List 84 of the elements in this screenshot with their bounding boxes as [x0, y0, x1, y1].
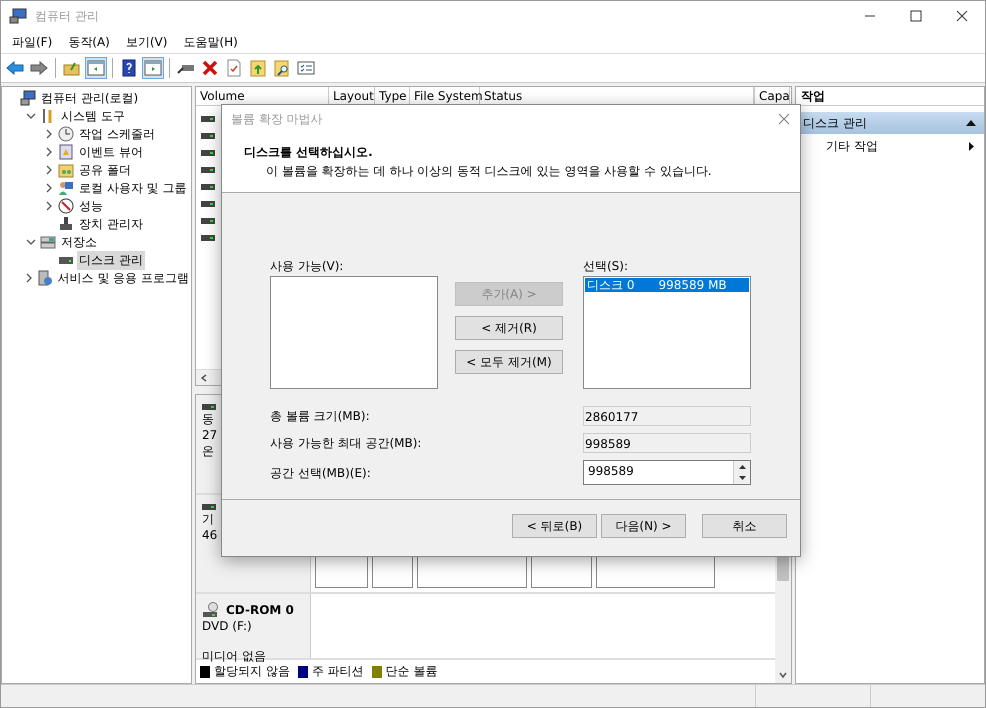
tree-item[interactable]: 디스크 관리 [77, 250, 145, 270]
list-label: 선택(S): [583, 258, 630, 274]
tree-item[interactable]: 장치 관리자 [77, 214, 145, 234]
tree-item[interactable]: 로컬 사용자 및 그룹 [77, 178, 188, 198]
users-icon [58, 180, 74, 196]
move-button[interactable]: < 모두 제거(M) [455, 350, 563, 374]
step-heading: 디스크를 선택하십시오. [244, 144, 374, 161]
field-label: 사용 가능한 최대 공간(MB): [270, 435, 422, 452]
wizard-button[interactable]: 다음(N) > [601, 514, 686, 538]
scroll-down-icon[interactable] [779, 671, 787, 679]
disk-info-text: 기 [202, 511, 214, 528]
tree-item[interactable]: 성능 [77, 196, 105, 216]
expand-chevron-icon[interactable] [44, 201, 54, 211]
disk-info-text: 46 [202, 527, 218, 544]
menu-item[interactable]: 보기(V) [118, 34, 174, 50]
expand-chevron-icon[interactable] [44, 129, 54, 139]
drive-icon [201, 200, 215, 208]
storage-icon [40, 234, 56, 250]
wizard-button[interactable]: 취소 [702, 514, 787, 538]
disk-info-text: 27 [202, 427, 218, 443]
move-button[interactable]: < 제거(R) [455, 316, 563, 340]
disk-type: DVD (F:) [202, 618, 252, 634]
collapse-chevron-icon[interactable] [26, 237, 36, 247]
clock-icon [58, 126, 74, 142]
legend-label: 주 파티션 [312, 663, 364, 680]
pane-title: 작업 [796, 87, 984, 106]
list-item[interactable]: 디스크 0 998589 MB [585, 278, 749, 292]
tree-item[interactable]: 공유 폴더 [77, 160, 133, 180]
drive-icon [201, 166, 215, 174]
maximize-icon[interactable] [910, 10, 922, 22]
disk-status: 미디어 없음 [202, 648, 266, 664]
drive-icon [201, 149, 215, 157]
menu-item[interactable]: 파일(F) [5, 34, 60, 50]
close-icon[interactable] [956, 10, 968, 22]
log-book-icon [58, 144, 74, 160]
legend-label: 할당되지 않음 [214, 663, 290, 680]
collapse-chevron-icon[interactable] [26, 111, 36, 121]
list-label: 사용 가능(V): [270, 258, 344, 274]
drive-icon [201, 217, 215, 225]
legend-label: 단순 볼륨 [386, 663, 438, 680]
scroll-left-icon[interactable] [200, 374, 208, 382]
window-title: 컴퓨터 관리 [35, 8, 99, 24]
computer-icon [9, 8, 27, 24]
section-title: 디스크 관리 [803, 114, 867, 132]
selected-disks-list[interactable]: 디스크 0 998589 MB [583, 276, 751, 389]
drive-icon [201, 234, 215, 242]
action-item[interactable]: 기타 작업 [826, 138, 878, 155]
tree-item[interactable]: 컴퓨터 관리(로컬) [39, 88, 140, 108]
tree-item[interactable]: 시스템 도구 [59, 106, 127, 126]
tree-item[interactable]: 이벤트 뷰어 [77, 142, 145, 162]
collapse-icon[interactable] [966, 120, 976, 126]
tree-item[interactable]: 작업 스케줄러 [77, 124, 157, 144]
spin-down-icon[interactable] [738, 476, 746, 480]
disk-info-text: 온 [202, 443, 214, 459]
drive-icon [202, 503, 216, 512]
expand-chevron-icon[interactable] [44, 183, 54, 193]
readonly-field: 998589 [583, 433, 751, 453]
spin-field[interactable]: 998589 [583, 460, 751, 485]
wizard-button[interactable]: < 뒤로(B) [512, 514, 597, 538]
drive-icon [201, 183, 215, 191]
field-label: 공간 선택(MB)(E): [270, 464, 372, 482]
menu-item[interactable]: 도움말(H) [176, 34, 245, 50]
drive-icon [202, 403, 216, 411]
expand-chevron-icon[interactable] [44, 165, 54, 175]
available-disks-list[interactable] [270, 276, 438, 389]
menu-item[interactable]: 동작(A) [61, 34, 117, 50]
shared-folder-icon [58, 162, 74, 178]
drive-icon [201, 132, 215, 140]
readonly-field: 2860177 [583, 406, 751, 426]
tree-item[interactable]: 저장소 [59, 232, 99, 252]
expand-chevron-icon[interactable] [44, 147, 54, 157]
dialog-title: 볼륨 확장 마법사 [231, 110, 323, 128]
services-icon [36, 270, 53, 286]
submenu-arrow-icon [969, 142, 974, 151]
expand-chevron-icon[interactable] [24, 273, 34, 283]
field-label: 총 볼륨 크기(MB): [270, 408, 371, 425]
computer-icon [20, 90, 36, 106]
step-description: 이 볼륨을 확장하는 데 하나 이상의 동적 디스크에 있는 영역을 사용할 수 있습니다. [266, 163, 713, 180]
cd-drive-icon [202, 602, 220, 618]
spin-up-icon[interactable] [738, 464, 746, 469]
disk-name: CD-ROM 0 [226, 603, 294, 617]
disk-info-text: 동 [202, 411, 214, 427]
tree-item[interactable]: 서비스 및 응용 프로그램 [56, 268, 191, 288]
drive-icon [201, 115, 215, 123]
